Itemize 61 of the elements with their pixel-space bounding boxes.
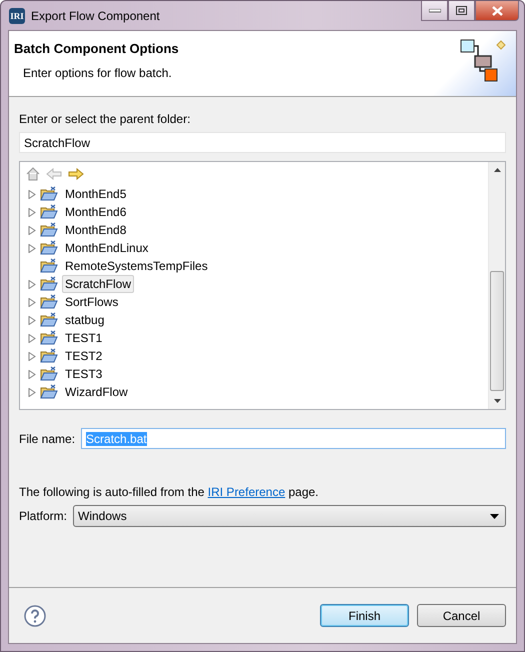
cancel-button[interactable]: Cancel xyxy=(417,604,506,627)
folder-icon xyxy=(40,384,58,400)
folder-icon xyxy=(40,186,58,202)
expand-arrow-icon[interactable] xyxy=(28,226,36,234)
tree-item[interactable]: MonthEnd6 xyxy=(62,203,130,221)
scroll-thumb[interactable] xyxy=(490,271,504,391)
info-text: The following is auto-filled from the IRI Preference page. xyxy=(19,485,320,499)
finish-button[interactable]: Finish xyxy=(320,604,409,627)
tree-item[interactable]: WizardFlow xyxy=(62,383,131,401)
tree-item[interactable]: RemoteSystemsTempFiles xyxy=(62,257,211,275)
expand-arrow-icon[interactable] xyxy=(28,298,36,306)
minimize-button[interactable] xyxy=(421,1,448,21)
expand-arrow-icon[interactable] xyxy=(28,190,36,198)
forward-arrow-icon[interactable] xyxy=(68,168,84,180)
tree-item[interactable]: MonthEnd8 xyxy=(62,221,130,239)
preference-link[interactable]: IRI Preference xyxy=(208,485,286,499)
folder-icon xyxy=(40,204,58,220)
expand-arrow-icon[interactable] xyxy=(28,370,36,378)
platform-dropdown[interactable]: Windows xyxy=(73,505,506,527)
close-button[interactable] xyxy=(475,1,519,21)
help-icon[interactable] xyxy=(24,604,46,626)
folder-icon xyxy=(40,330,58,346)
file-name-label: File name: xyxy=(19,432,76,446)
expand-arrow-icon[interactable] xyxy=(28,280,36,288)
expand-arrow-icon[interactable] xyxy=(28,316,36,324)
scrollbar[interactable] xyxy=(488,162,505,409)
maximize-button[interactable] xyxy=(448,1,475,21)
tree-item[interactable]: TEST1 xyxy=(62,329,106,347)
minimize-icon xyxy=(428,8,440,12)
tree-item[interactable]: ScratchFlow xyxy=(62,275,134,293)
expand-arrow-icon[interactable] xyxy=(28,352,36,360)
folder-icon xyxy=(40,222,58,238)
folder-icon xyxy=(40,240,58,256)
tree-item[interactable]: SortFlows xyxy=(62,293,122,311)
folder-icon xyxy=(40,276,58,292)
platform-label: Platform: xyxy=(19,509,68,523)
window-title: Export Flow Component xyxy=(31,8,160,22)
folder-field[interactable]: ScratchFlow xyxy=(19,132,506,153)
folder-icon xyxy=(40,294,58,310)
tree-item[interactable]: statbug xyxy=(62,311,108,329)
maximize-icon xyxy=(456,6,467,15)
tree-item[interactable]: TEST3 xyxy=(62,365,106,383)
folder-icon xyxy=(40,348,58,364)
expand-arrow-icon[interactable] xyxy=(28,334,36,342)
page-description: Enter options for flow batch. xyxy=(23,66,173,80)
folder-icon xyxy=(40,258,58,274)
app-logo: IRI xyxy=(9,8,25,24)
folder-icon xyxy=(40,312,58,328)
tree-item[interactable]: MonthEndLinux xyxy=(62,239,152,257)
folder-label: Enter or select the parent folder: xyxy=(19,112,192,126)
expand-arrow-icon[interactable] xyxy=(28,244,36,252)
close-icon xyxy=(492,6,502,16)
caret-icon xyxy=(490,514,499,518)
tree-item[interactable]: TEST2 xyxy=(62,347,106,365)
back-arrow-icon[interactable] xyxy=(46,168,62,180)
expand-arrow-icon[interactable] xyxy=(28,388,36,396)
home-icon[interactable] xyxy=(26,167,40,181)
tree-item[interactable]: MonthEnd5 xyxy=(62,185,130,203)
folder-icon xyxy=(40,366,58,382)
expand-arrow-icon[interactable] xyxy=(28,208,36,216)
page-title: Batch Component Options xyxy=(14,41,179,56)
